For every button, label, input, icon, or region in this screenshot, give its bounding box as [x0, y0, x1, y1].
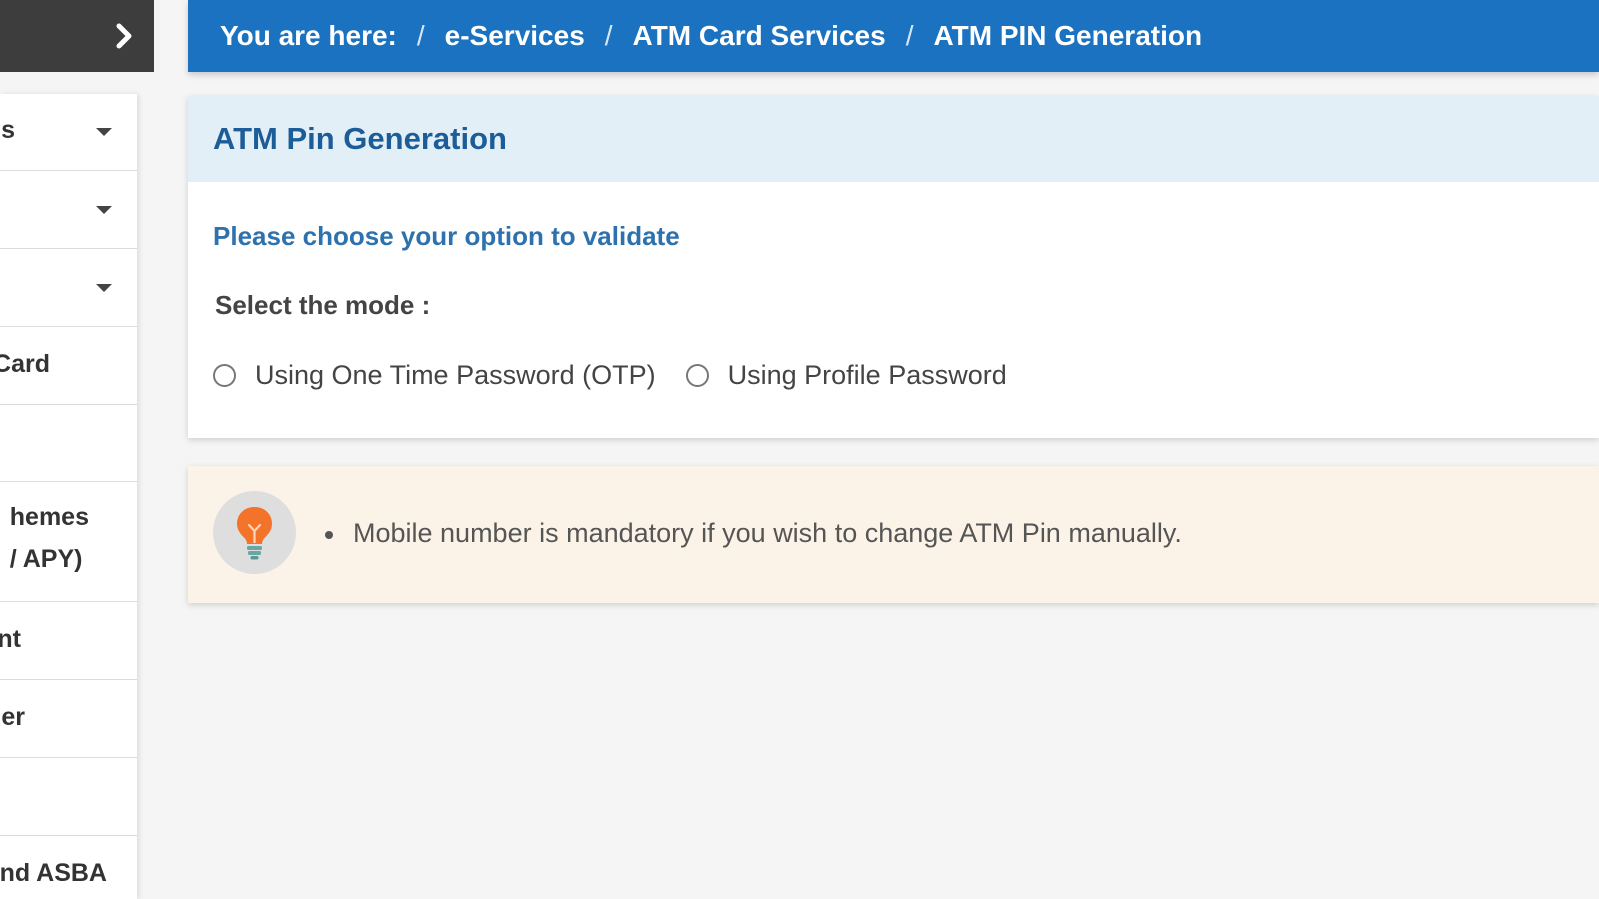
breadcrumb: You are here: / e-Services / ATM Card Se…: [188, 0, 1599, 72]
sidebar-item-4[interactable]: Card: [0, 327, 137, 405]
sidebar-item-10[interactable]: nd ASBA: [0, 836, 137, 899]
caret-down-icon: [96, 283, 112, 292]
breadcrumb-link-e-services[interactable]: e-Services: [445, 20, 585, 52]
page-title: ATM Pin Generation: [213, 121, 507, 156]
sidebar-item-label: hemes / APY): [9, 503, 89, 573]
sidebar-item-label: Card: [0, 350, 50, 378]
breadcrumb-separator: /: [416, 20, 425, 51]
atm-pin-card: ATM Pin Generation Please choose your op…: [188, 96, 1599, 438]
card-header: ATM Pin Generation: [188, 96, 1599, 182]
sidebar-item-label: er: [1, 703, 25, 731]
radio-profile-password[interactable]: [685, 364, 709, 387]
sidebar-item-5[interactable]: [0, 405, 137, 482]
chevron-right-icon: [114, 23, 136, 49]
sidebar-item-3[interactable]: [0, 249, 137, 327]
caret-down-icon: [96, 205, 112, 214]
sidebar-item-label: s: [1, 116, 15, 144]
sidebar-menu: s Card hemes / APY) nt er nd ASBA: [0, 94, 137, 899]
caret-down-icon: [96, 128, 112, 136]
breadcrumb-current-page: ATM PIN Generation: [933, 20, 1203, 51]
radio-label-profile-password: Using Profile Password: [727, 360, 1007, 390]
radio-option-profile-password[interactable]: Using Profile Password: [685, 360, 1007, 391]
sidebar-item-1[interactable]: s: [0, 94, 137, 171]
sidebar-item-2[interactable]: [0, 171, 137, 249]
breadcrumb-link-atm-card-services[interactable]: ATM Card Services: [633, 20, 886, 52]
breadcrumb-separator: /: [905, 20, 914, 51]
lightbulb-icon: [213, 491, 296, 574]
radio-option-otp[interactable]: Using One Time Password (OTP): [213, 360, 656, 391]
info-box: Mobile number is mandatory if you wish t…: [188, 466, 1599, 603]
info-list: Mobile number is mandatory if you wish t…: [325, 518, 1182, 549]
mode-radio-group: Using One Time Password (OTP) Using Prof…: [213, 360, 1037, 391]
sidebar-item-8[interactable]: er: [0, 680, 137, 758]
sidebar-toggle-button[interactable]: [0, 0, 154, 72]
mode-label: Select the mode :: [215, 290, 431, 320]
card-subtitle: Please choose your option to validate: [213, 221, 680, 251]
sidebar-item-7[interactable]: nt: [0, 602, 137, 680]
sidebar-item-label: nt: [0, 625, 21, 653]
info-item: Mobile number is mandatory if you wish t…: [325, 518, 1182, 548]
breadcrumb-separator: /: [604, 20, 613, 51]
sidebar-item-9[interactable]: [0, 758, 137, 836]
radio-label-otp: Using One Time Password (OTP): [255, 360, 656, 390]
sidebar-item-label: nd ASBA: [0, 859, 107, 887]
radio-otp[interactable]: [213, 364, 236, 387]
sidebar-item-6[interactable]: hemes / APY): [0, 482, 137, 602]
breadcrumb-prefix: You are here:: [220, 20, 397, 51]
